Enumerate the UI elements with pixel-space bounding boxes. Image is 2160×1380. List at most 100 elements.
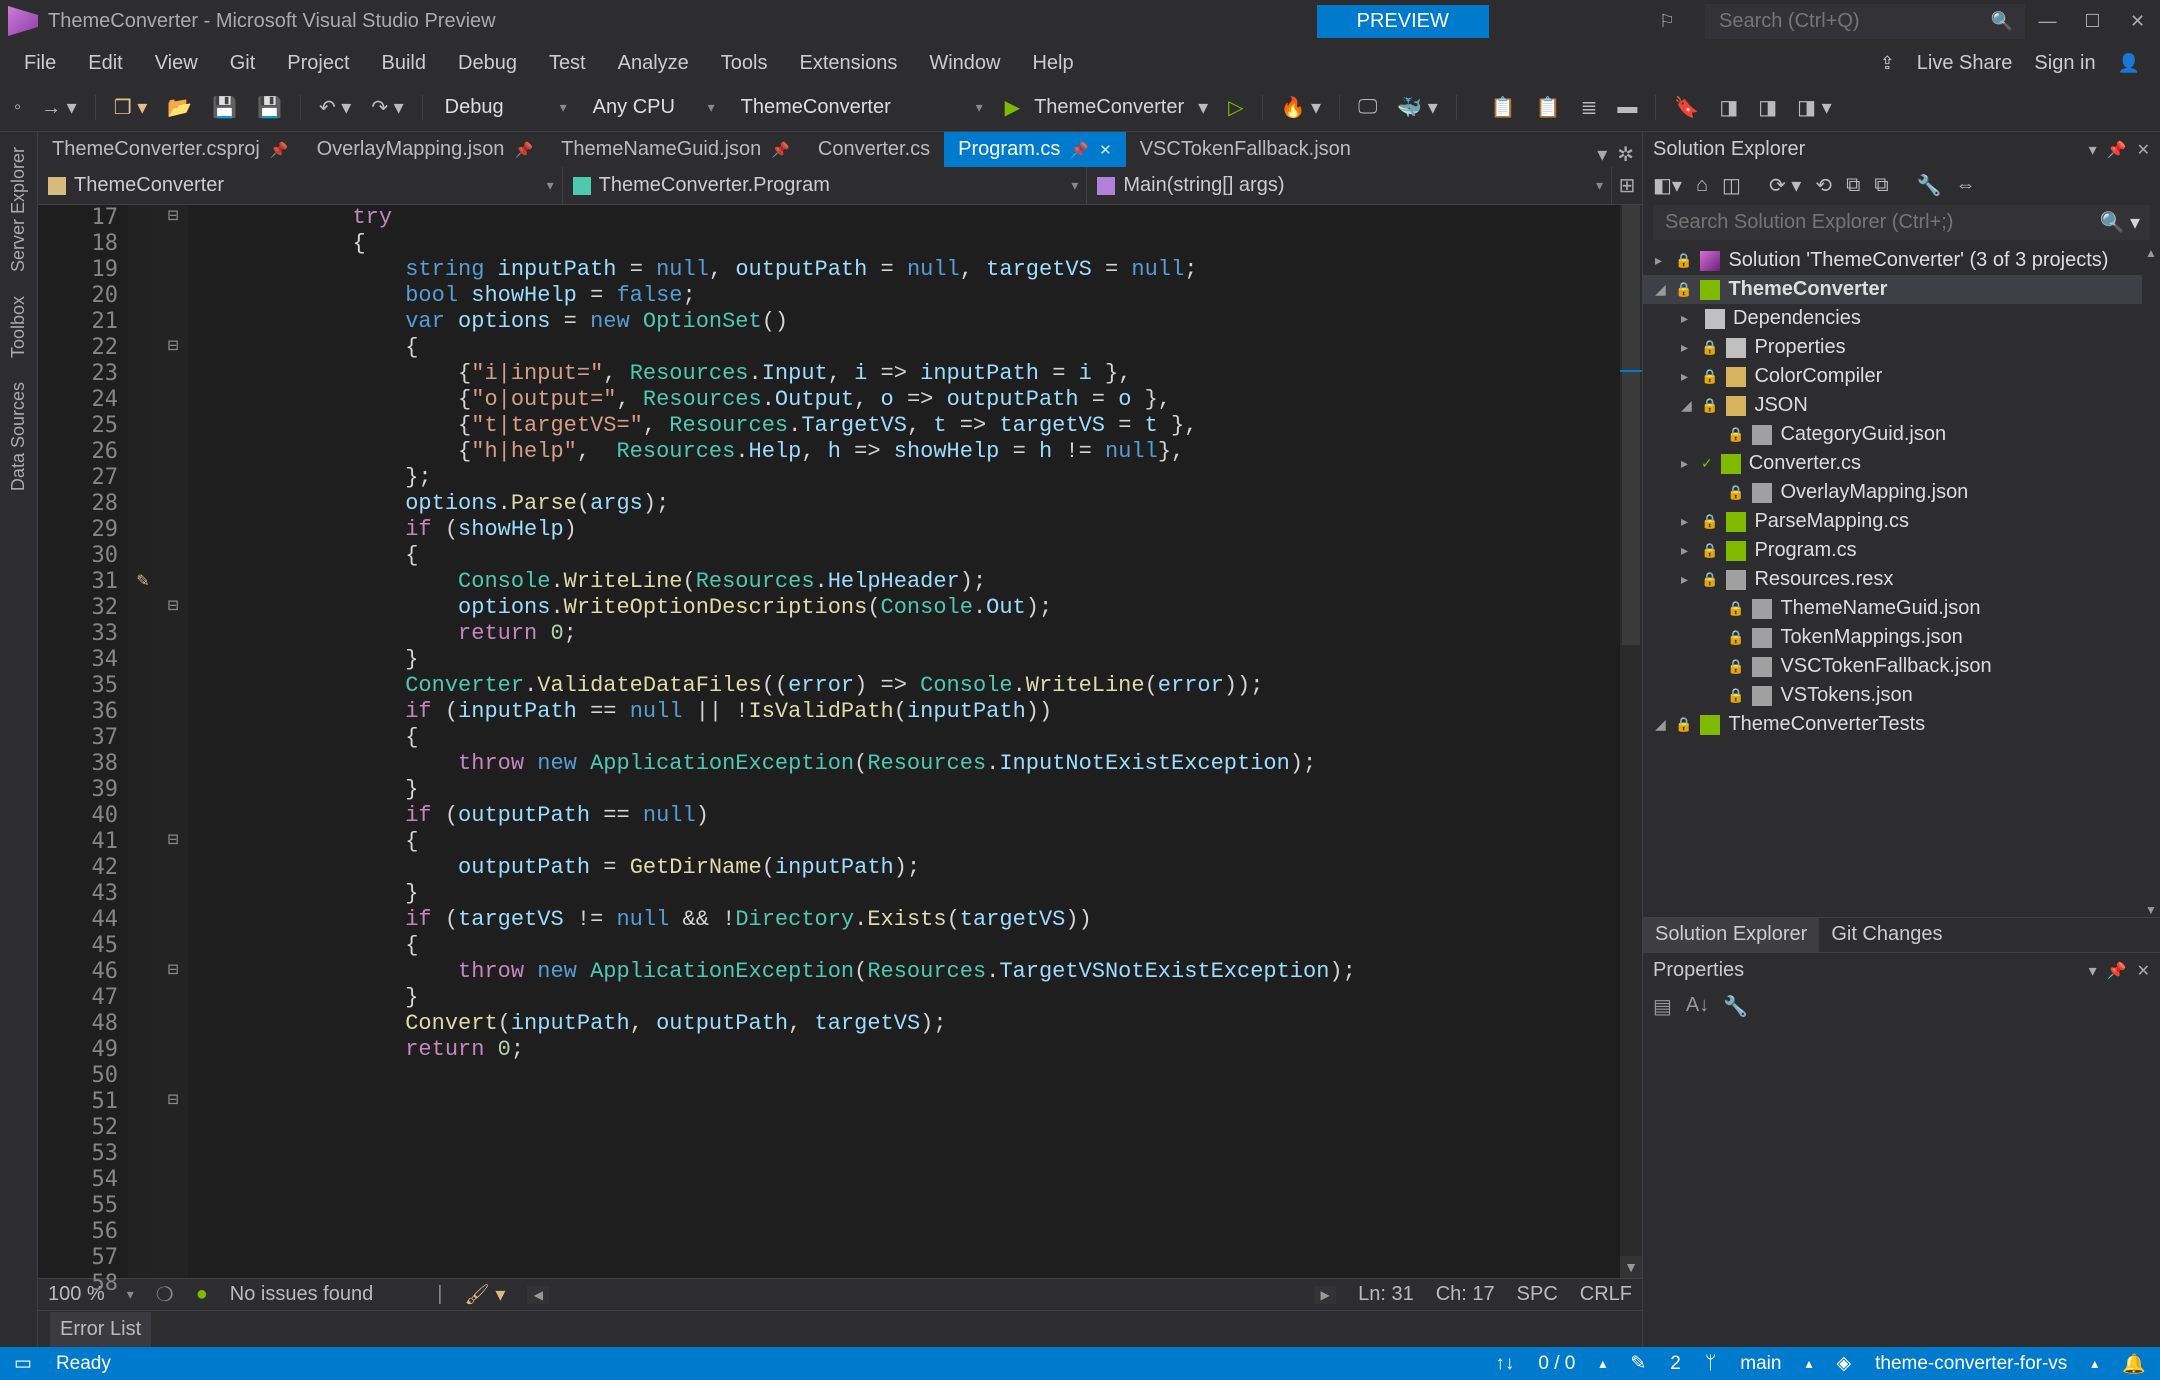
run-target-dropdown[interactable]: ▾ [1192, 91, 1214, 124]
tree-node[interactable]: 🔒CategoryGuid.json [1643, 420, 2160, 449]
git-conflicts[interactable]: 2 [1670, 1353, 1681, 1375]
expand-icon[interactable]: ◢ [1681, 397, 1697, 414]
platform-combo[interactable]: Any CPU [583, 93, 723, 122]
doc-tab[interactable]: ThemeConverter.csproj📌 [38, 132, 303, 167]
expand-icon[interactable]: ▸ [1681, 339, 1697, 356]
prop-alpha-icon[interactable]: A↓ [1686, 994, 1709, 1019]
solution-explorer-search[interactable]: 🔍 ▾ [1653, 205, 2150, 240]
tree-node[interactable]: ▸🔒Program.cs [1643, 536, 2160, 565]
account-icon[interactable]: 👤 [2118, 53, 2140, 74]
expand-icon[interactable]: ▸ [1681, 368, 1697, 385]
nav-project[interactable]: ThemeConverter [38, 167, 563, 204]
scroll-down-arrow[interactable]: ▼ [1620, 1256, 1642, 1278]
tool-g-icon[interactable]: ◨ [1752, 91, 1783, 124]
spc-indicator[interactable]: SPC [1517, 1283, 1558, 1306]
start-debug-button[interactable]: ▶ [999, 91, 1026, 124]
tree-node[interactable]: 🔒TokenMappings.json [1643, 623, 2160, 652]
hotreload-icon[interactable]: 🔥 ▾ [1275, 91, 1328, 124]
menu-debug[interactable]: Debug [442, 46, 533, 81]
tool-a-icon[interactable]: 📋 [1485, 91, 1522, 124]
ch-indicator[interactable]: Ch: 17 [1436, 1283, 1495, 1306]
solution-tree[interactable]: ▸🔒Solution 'ThemeConverter' (3 of 3 proj… [1643, 246, 2160, 917]
doc-tab[interactable]: VSCTokenFallback.json [1126, 132, 1365, 167]
menu-git[interactable]: Git [214, 46, 272, 81]
se-tab-git-changes[interactable]: Git Changes [1819, 918, 1954, 952]
liveshare-label[interactable]: Live Share [1917, 52, 2013, 75]
doc-tab[interactable]: OverlayMapping.json📌 [303, 132, 548, 167]
pin-icon[interactable]: 📌 [270, 141, 289, 159]
save-all-icon[interactable]: 💾 [251, 91, 288, 124]
new-item-icon[interactable]: ❐ ▾ [108, 91, 154, 124]
toolbar-properties-icon[interactable]: 🔧 [1917, 173, 1942, 198]
git-changes-count[interactable]: 0 / 0 [1538, 1353, 1575, 1375]
pin-icon[interactable]: 📌 [1070, 141, 1089, 159]
tree-node[interactable]: ▸🔒Properties [1643, 333, 2160, 362]
nav-method[interactable]: Main(string[] args) [1087, 167, 1612, 204]
hscroll-right-icon[interactable]: ▶ [1314, 1286, 1336, 1304]
expand-icon[interactable]: ▸ [1681, 455, 1697, 472]
rail-server-explorer[interactable]: Server Explorer [8, 137, 29, 282]
menu-project[interactable]: Project [271, 46, 365, 81]
solution-explorer-search-input[interactable] [1663, 210, 2063, 235]
toolbar-collapse-icon[interactable]: ⧉ [1846, 174, 1860, 197]
code-editor[interactable]: 1718192021222324252627282930313233343536… [38, 205, 1642, 1278]
expand-icon[interactable]: ◢ [1655, 281, 1671, 298]
menu-test[interactable]: Test [533, 46, 602, 81]
crlf-indicator[interactable]: CRLF [1580, 1283, 1632, 1306]
git-branch[interactable]: main [1740, 1353, 1781, 1375]
doc-tab[interactable]: Converter.cs [804, 132, 944, 167]
doc-tab[interactable]: ThemeNameGuid.json📌 [547, 132, 804, 167]
expand-icon[interactable]: ▸ [1681, 571, 1697, 588]
error-list-panel[interactable]: Error List [38, 1310, 1642, 1347]
tool-b-icon[interactable]: 📋 [1530, 91, 1567, 124]
tree-node[interactable]: ▸🔒Resources.resx [1643, 565, 2160, 594]
tree-node[interactable]: ▸🔒ColorCompiler [1643, 362, 2160, 391]
startup-combo[interactable]: ThemeConverter [731, 93, 991, 122]
tabs-settings-icon[interactable]: ✲ [1617, 142, 1634, 167]
save-icon[interactable]: 💾 [206, 91, 243, 124]
split-editor-icon[interactable]: ⊞ [1612, 167, 1642, 204]
undo-icon[interactable]: ↶ ▾ [313, 91, 357, 124]
tree-node[interactable]: ▸🔒ParseMapping.cs [1643, 507, 2160, 536]
tool-docker-icon[interactable]: 🐳 ▾ [1391, 91, 1444, 124]
panel-pin-icon[interactable]: 📌 [2107, 140, 2127, 160]
menu-edit[interactable]: Edit [72, 46, 138, 81]
toolbar-refresh-icon[interactable]: ⟲ [1815, 173, 1832, 198]
window-maximize[interactable]: ☐ [2070, 11, 2115, 32]
git-repo[interactable]: theme-converter-for-vs [1875, 1353, 2067, 1375]
error-list-tab[interactable]: Error List [50, 1312, 151, 1347]
tabs-overflow-icon[interactable]: ▾ [1597, 142, 1607, 167]
tree-node[interactable]: ▸🔒Solution 'ThemeConverter' (3 of 3 proj… [1643, 246, 2160, 275]
rail-data-sources[interactable]: Data Sources [8, 372, 29, 501]
window-close[interactable]: ✕ [2115, 11, 2160, 32]
ln-indicator[interactable]: Ln: 31 [1358, 1283, 1414, 1306]
menu-build[interactable]: Build [366, 46, 442, 81]
expand-icon[interactable]: ▸ [1681, 310, 1697, 327]
panel-dropdown-icon[interactable]: ▾ [2089, 961, 2097, 981]
git-changes-icon[interactable]: ↑↓ [1495, 1353, 1514, 1375]
toolbar-showall-icon[interactable]: ⧉ [1874, 174, 1888, 197]
tree-node[interactable]: ▸✓Converter.cs [1643, 449, 2160, 478]
nav-back-icon[interactable]: ◦ [8, 92, 27, 123]
menu-help[interactable]: Help [1016, 46, 1089, 81]
prop-wrench-icon[interactable]: 🔧 [1723, 994, 1748, 1019]
tool-e-icon[interactable]: 🔖 [1668, 91, 1705, 124]
panel-pin-icon[interactable]: 📌 [2107, 961, 2127, 981]
menu-tools[interactable]: Tools [705, 46, 784, 81]
expand-icon[interactable]: ▸ [1655, 252, 1671, 269]
pin-icon[interactable]: 📌 [514, 141, 533, 159]
tree-node[interactable]: 🔒VSCTokenFallback.json [1643, 652, 2160, 681]
window-minimize[interactable]: — [2025, 11, 2070, 32]
se-tab-solution-explorer[interactable]: Solution Explorer [1643, 918, 1819, 952]
editor-vscroll-thumb[interactable] [1622, 205, 1640, 645]
global-search-input[interactable] [1717, 9, 1967, 34]
expand-icon[interactable]: ▸ [1681, 542, 1697, 559]
close-icon[interactable]: ✕ [1099, 141, 1112, 159]
expand-icon[interactable]: ▸ [1681, 513, 1697, 530]
toolbar-switch-icon[interactable]: ⟳ ▾ [1769, 173, 1801, 198]
hscroll-left-icon[interactable]: ◀ [527, 1286, 549, 1304]
toolbar-sync-icon[interactable]: ◫ [1722, 173, 1741, 198]
git-branch-icon[interactable]: ᛘ [1705, 1353, 1716, 1375]
toolbar-scope-icon[interactable]: ◧▾ [1653, 173, 1682, 198]
menu-file[interactable]: File [8, 46, 72, 81]
